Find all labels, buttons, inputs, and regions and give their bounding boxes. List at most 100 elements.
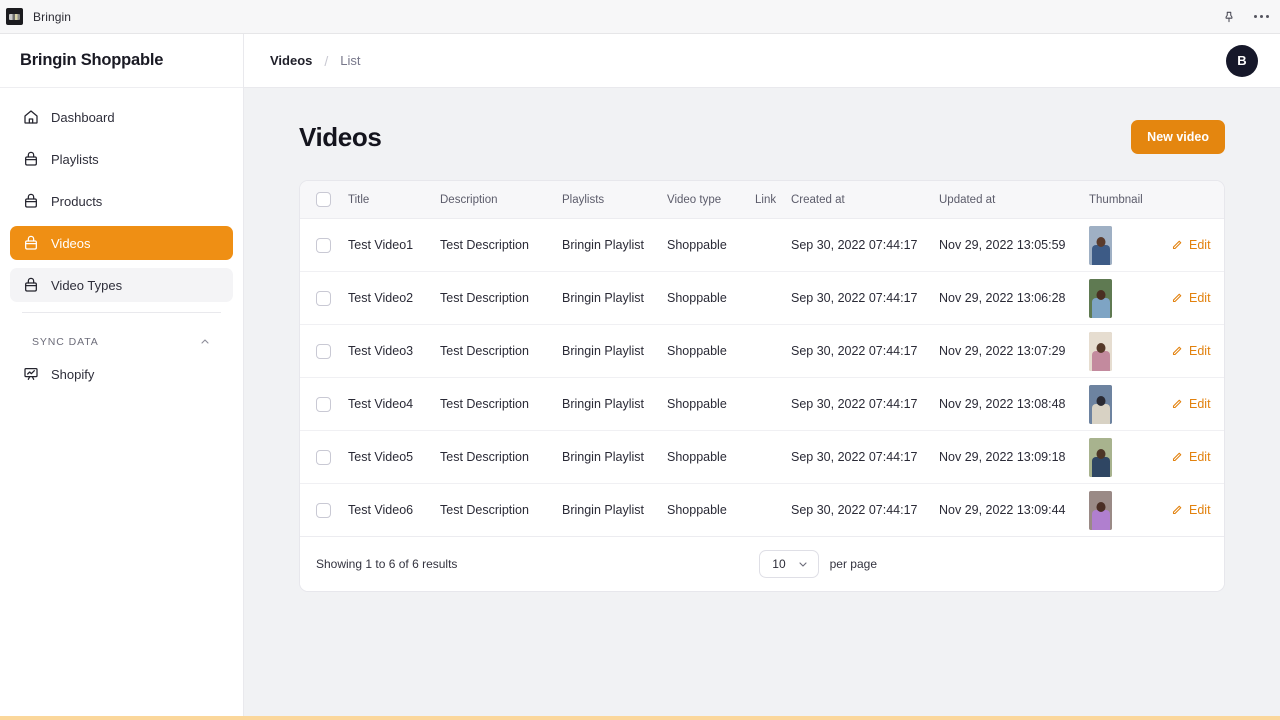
edit-button[interactable]: Edit (1171, 397, 1224, 411)
table-body: Test Video1 Test Description Bringin Pla… (300, 218, 1224, 537)
edit-button[interactable]: Edit (1171, 344, 1224, 358)
sidebar-item-shopify[interactable]: Shopify (10, 357, 233, 391)
cell-created-at: Sep 30, 2022 07:44:17 (791, 324, 939, 378)
ellipsis-icon[interactable] (1252, 8, 1270, 26)
table-header: Title Description Playlists Video type L… (300, 181, 1224, 219)
cell-link (755, 483, 791, 537)
row-select-cell (300, 324, 348, 378)
cell-thumbnail (1089, 483, 1171, 537)
table-row[interactable]: Test Video1 Test Description Bringin Pla… (300, 218, 1224, 272)
sidebar-item-video-types[interactable]: Video Types (10, 268, 233, 302)
new-video-button[interactable]: New video (1131, 120, 1225, 154)
table-footer: Showing 1 to 6 of 6 results 10 per page (300, 537, 1224, 591)
checkbox-icon[interactable] (316, 502, 331, 518)
cell-title: Test Video5 (348, 430, 440, 484)
chevron-up-icon[interactable] (199, 336, 211, 348)
sidebar-item-label: Video Types (51, 277, 123, 293)
sidebar-group-label: SYNC DATA (32, 336, 99, 348)
sidebar-item-videos[interactable]: Videos (10, 226, 233, 260)
checkbox-icon[interactable] (316, 343, 331, 359)
cell-created-at: Sep 30, 2022 07:44:17 (791, 377, 939, 431)
table-row[interactable]: Test Video4 Test Description Bringin Pla… (300, 377, 1224, 431)
cell-link (755, 324, 791, 378)
cell-video-type: Shoppable (667, 377, 755, 431)
sidebar-group-sync-data[interactable]: SYNC DATA (10, 327, 233, 357)
cell-video-type: Shoppable (667, 218, 755, 272)
video-thumbnail[interactable] (1089, 384, 1112, 424)
row-select-cell (300, 430, 348, 484)
row-select-cell (300, 483, 348, 537)
sidebar-item-label: Playlists (51, 151, 99, 167)
cell-updated-at: Nov 29, 2022 13:09:44 (939, 483, 1089, 537)
cell-title: Test Video4 (348, 377, 440, 431)
checkbox-icon[interactable] (316, 192, 331, 207)
table-row[interactable]: Test Video6 Test Description Bringin Pla… (300, 483, 1224, 537)
sidebar-item-playlists[interactable]: Playlists (10, 142, 233, 176)
bag-icon (22, 235, 39, 252)
breadcrumb-videos[interactable]: Videos (270, 53, 312, 68)
cell-title: Test Video6 (348, 483, 440, 537)
col-thumbnail: Thumbnail (1089, 181, 1171, 219)
edit-label: Edit (1189, 344, 1211, 358)
cell-created-at: Sep 30, 2022 07:44:17 (791, 271, 939, 325)
col-video-type: Video type (667, 181, 755, 219)
home-icon (22, 109, 39, 126)
edit-button[interactable]: Edit (1171, 450, 1224, 464)
edit-button[interactable]: Edit (1171, 291, 1224, 305)
checkbox-icon[interactable] (316, 237, 331, 253)
cell-link (755, 218, 791, 272)
video-thumbnail[interactable] (1089, 437, 1112, 477)
video-thumbnail[interactable] (1089, 490, 1112, 530)
chevron-down-icon (797, 558, 809, 570)
checkbox-icon[interactable] (316, 449, 331, 465)
cell-video-type: Shoppable (667, 324, 755, 378)
cell-updated-at: Nov 29, 2022 13:08:48 (939, 377, 1089, 431)
pin-icon[interactable] (1220, 8, 1238, 26)
per-page-select[interactable]: 10 (759, 550, 819, 578)
breadcrumb-list[interactable]: List (340, 53, 360, 68)
avatar[interactable]: B (1226, 44, 1258, 77)
checkbox-icon[interactable] (316, 396, 331, 412)
col-description: Description (440, 181, 562, 219)
cell-actions: Edit (1171, 271, 1224, 325)
table-header-row: Title Description Playlists Video type L… (300, 181, 1224, 219)
app-shell: Bringin Shoppable Dashboard Playlists Pr… (0, 34, 1280, 716)
cell-playlists: Bringin Playlist (562, 218, 667, 272)
edit-label: Edit (1189, 503, 1211, 517)
row-select-cell (300, 218, 348, 272)
pencil-icon (1172, 240, 1182, 250)
table-row[interactable]: Test Video3 Test Description Bringin Pla… (300, 324, 1224, 378)
edit-button[interactable]: Edit (1171, 503, 1224, 517)
cell-thumbnail (1089, 430, 1171, 484)
cell-link (755, 271, 791, 325)
cell-created-at: Sep 30, 2022 07:44:17 (791, 483, 939, 537)
content-area: Videos New video Title Description Playl… (244, 88, 1280, 716)
video-thumbnail[interactable] (1089, 331, 1112, 371)
table-row[interactable]: Test Video5 Test Description Bringin Pla… (300, 430, 1224, 484)
page-header: Videos New video (299, 88, 1225, 180)
edit-button[interactable]: Edit (1171, 238, 1224, 252)
videos-table: Title Description Playlists Video type L… (300, 181, 1224, 537)
sidebar-item-dashboard[interactable]: Dashboard (10, 100, 233, 134)
checkbox-icon[interactable] (316, 290, 331, 306)
sidebar-item-label: Dashboard (51, 109, 115, 125)
main-area: Videos / List B Videos New video Title D… (244, 34, 1280, 716)
video-thumbnail[interactable] (1089, 225, 1112, 265)
cell-actions: Edit (1171, 377, 1224, 431)
sidebar-divider (22, 312, 221, 313)
cell-playlists: Bringin Playlist (562, 271, 667, 325)
pencil-icon (1172, 505, 1182, 515)
table-row[interactable]: Test Video2 Test Description Bringin Pla… (300, 271, 1224, 325)
video-thumbnail[interactable] (1089, 278, 1112, 318)
col-actions (1171, 181, 1224, 219)
top-bar: Videos / List B (244, 34, 1280, 88)
pencil-icon (1172, 346, 1182, 356)
presentation-chart-icon (22, 366, 39, 383)
bottom-accent-strip (0, 716, 1280, 720)
cell-updated-at: Nov 29, 2022 13:09:18 (939, 430, 1089, 484)
sidebar-item-products[interactable]: Products (10, 184, 233, 218)
sidebar: Bringin Shoppable Dashboard Playlists Pr… (0, 34, 244, 716)
col-created-at: Created at (791, 181, 939, 219)
cell-playlists: Bringin Playlist (562, 430, 667, 484)
row-select-cell (300, 377, 348, 431)
